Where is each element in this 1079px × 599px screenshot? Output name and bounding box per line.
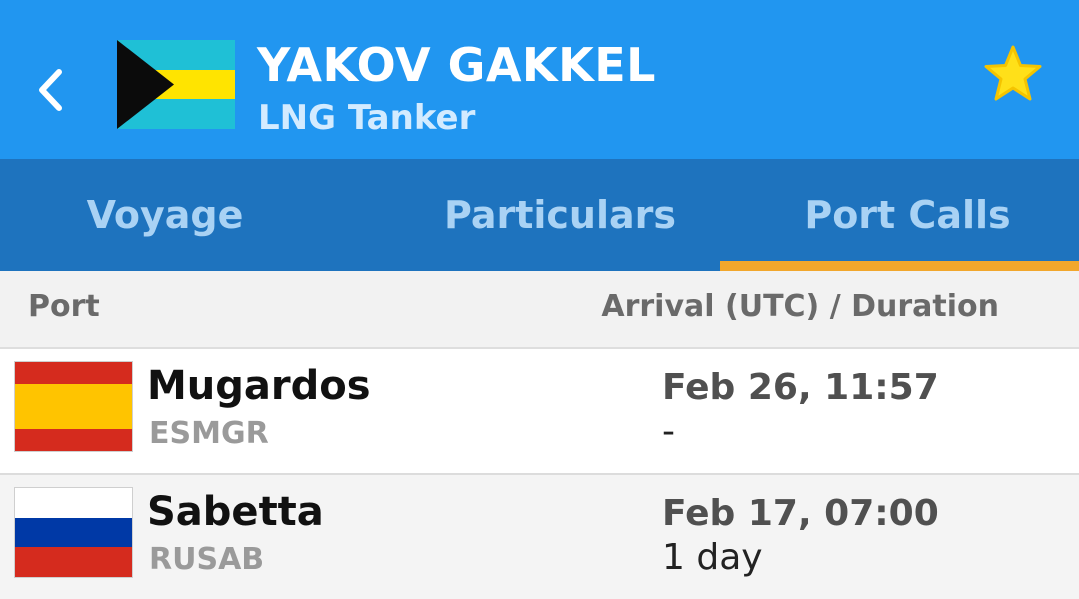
port-name: Mugardos	[147, 363, 371, 409]
column-header-arrival: Arrival (UTC) / Duration	[601, 289, 999, 324]
vessel-type: LNG Tanker	[258, 98, 476, 138]
arrival-time: Feb 26, 11:57	[662, 367, 939, 408]
table-header: Port Arrival (UTC) / Duration	[0, 271, 1079, 349]
spain-flag-icon	[14, 361, 133, 452]
column-header-port: Port	[28, 289, 100, 324]
tab-bar: Voyage Particulars Port Calls	[0, 159, 1079, 271]
tab-particulars[interactable]: Particulars	[380, 159, 740, 271]
duration: 1 day	[662, 537, 763, 578]
bahamas-flag-icon	[117, 40, 235, 129]
port-code: ESMGR	[149, 416, 269, 451]
chevron-left-icon	[39, 69, 62, 111]
port-call-row[interactable]: Sabetta RUSAB Feb 17, 07:00 1 day	[0, 475, 1079, 599]
app-header: YAKOV GAKKEL LNG Tanker	[0, 0, 1079, 159]
russia-flag-icon	[14, 487, 133, 578]
favorite-star-icon[interactable]	[982, 44, 1044, 104]
arrival-time: Feb 17, 07:00	[662, 493, 939, 534]
port-name: Sabetta	[147, 489, 324, 535]
duration: -	[662, 411, 675, 452]
back-button[interactable]	[28, 62, 72, 118]
tab-voyage[interactable]: Voyage	[0, 159, 330, 271]
port-call-row[interactable]: Mugardos ESMGR Feb 26, 11:57 -	[0, 349, 1079, 475]
tab-port-calls[interactable]: Port Calls	[720, 159, 1079, 271]
selected-tab-indicator	[720, 261, 1079, 271]
vessel-name: YAKOV GAKKEL	[257, 38, 656, 92]
port-code: RUSAB	[149, 542, 265, 577]
